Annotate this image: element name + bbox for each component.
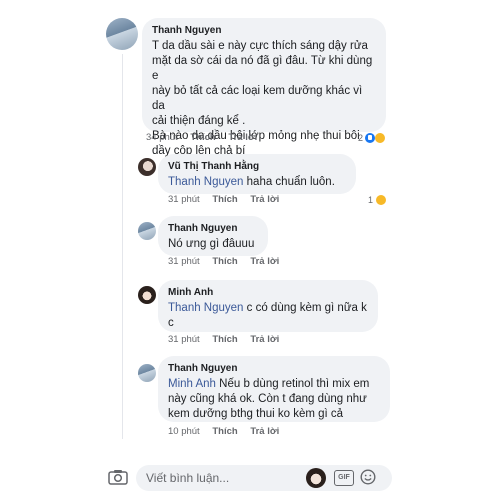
comment-bubble: Minh Anh Thanh Nguyen c có dùng kèm gì n…: [158, 280, 378, 332]
reply-button[interactable]: Trả lời: [250, 334, 279, 345]
reply-button[interactable]: Trả lời: [228, 132, 257, 143]
comment-actions: 10 phút Thích Trả lời: [168, 426, 289, 437]
comment-bubble: Thanh Nguyen Nó ưng gì đâuuu: [158, 216, 268, 256]
comment-author[interactable]: Thanh Nguyen: [168, 222, 258, 235]
comment-text: Thanh Nguyen haha chuẩn luôn.: [168, 176, 335, 188]
comment-author[interactable]: Thanh Nguyen: [168, 362, 380, 375]
comment-author[interactable]: Thanh Nguyen: [152, 24, 376, 37]
comment-text: Thanh Nguyen c có dùng kèm gì nữa k c: [168, 302, 367, 329]
avatar[interactable]: [138, 364, 156, 382]
like-reaction-icon: [365, 133, 376, 143]
avatar[interactable]: [138, 222, 156, 240]
comment-author[interactable]: Minh Anh: [168, 286, 368, 299]
comment-time: 34 phút: [146, 132, 178, 143]
reaction-summary[interactable]: 2: [358, 132, 387, 144]
avatar[interactable]: [138, 286, 156, 304]
comment-bubble: Thanh Nguyen Minh Anh Nếu b dùng retinol…: [158, 356, 390, 422]
avatar[interactable]: [106, 18, 138, 50]
comment-text: Minh Anh Nếu b dùng retinol thì mix em n…: [168, 378, 370, 420]
comment-text: Nó ưng gì đâuuu: [168, 238, 255, 250]
comment-bubble: Thanh Nguyen T da dầu sài e này cực thíc…: [142, 18, 386, 157]
mention-link[interactable]: Thanh Nguyen: [168, 176, 243, 188]
avatar[interactable]: [138, 158, 156, 176]
comment-actions: 34 phút Thích Trả lời: [146, 132, 267, 143]
smiley-icon[interactable]: [360, 469, 376, 485]
comment-time: 10 phút: [168, 426, 200, 437]
comment-placeholder: Viết bình luận...: [146, 471, 230, 485]
mention-link[interactable]: Thanh Nguyen: [168, 302, 243, 314]
comment-author[interactable]: Vũ Thị Thanh Hằng: [168, 160, 346, 173]
avatar-sticker-icon[interactable]: [306, 468, 326, 488]
like-button[interactable]: Thích: [212, 334, 237, 345]
camera-icon[interactable]: [108, 469, 128, 485]
comments-screen: Thanh Nguyen T da dầu sài e này cực thíc…: [96, 8, 400, 493]
like-button[interactable]: Thích: [212, 256, 237, 267]
like-button[interactable]: Thích: [190, 132, 215, 143]
comment-time: 31 phút: [168, 256, 200, 267]
reaction-summary[interactable]: 1: [368, 194, 388, 206]
comment-bubble: Vũ Thị Thanh Hằng Thanh Nguyen haha chuẩ…: [158, 154, 356, 194]
comment-actions: 31 phút Thích Trả lời: [168, 194, 289, 205]
comment-composer: Viết bình luận... GIF: [96, 463, 400, 493]
comment-input[interactable]: Viết bình luận... GIF: [136, 465, 392, 491]
comment-time: 31 phút: [168, 194, 200, 205]
thread-line: [122, 54, 123, 439]
comment-actions: 31 phút Thích Trả lời: [168, 256, 289, 267]
comment-time: 31 phút: [168, 334, 200, 345]
comment-actions: 31 phút Thích Trả lời: [168, 334, 289, 345]
gif-icon[interactable]: GIF: [334, 470, 354, 486]
haha-reaction-icon: [374, 132, 387, 144]
like-button[interactable]: Thích: [212, 426, 237, 437]
reply-button[interactable]: Trả lời: [250, 426, 279, 437]
like-button[interactable]: Thích: [212, 194, 237, 205]
reply-button[interactable]: Trả lời: [250, 256, 279, 267]
reply-button[interactable]: Trả lời: [250, 194, 279, 205]
mention-link[interactable]: Minh Anh: [168, 378, 216, 390]
haha-reaction-icon: [375, 194, 388, 206]
